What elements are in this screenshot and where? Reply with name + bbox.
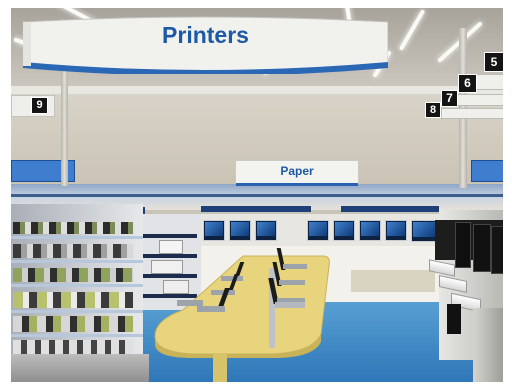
- shelf: [11, 236, 143, 239]
- product-box[interactable]: [159, 240, 183, 254]
- laptop[interactable]: [283, 264, 307, 269]
- marker-9[interactable]: 9: [31, 97, 48, 114]
- shelf: [11, 260, 143, 263]
- hanging-aisle-plate: [441, 108, 503, 119]
- product-row[interactable]: [13, 340, 133, 354]
- shelf: [143, 234, 197, 238]
- printers-sign-label-wrap: Printers: [23, 14, 388, 54]
- product-row[interactable]: [13, 268, 133, 282]
- tower-printer[interactable]: [473, 224, 491, 272]
- tower-printer[interactable]: [491, 226, 503, 274]
- product-row[interactable]: [13, 222, 133, 234]
- product-row[interactable]: [13, 292, 133, 308]
- right-unit-base: [473, 308, 503, 382]
- monitor[interactable]: [359, 220, 381, 241]
- paper-sign-text: Paper: [280, 164, 314, 178]
- marker-6[interactable]: 6: [458, 74, 477, 93]
- hanging-aisle-plate: [473, 74, 503, 90]
- counter-cabinet: [351, 270, 435, 292]
- ceiling-beam: [11, 86, 503, 94]
- paper-sign: Paper: [235, 160, 359, 186]
- laptop-table: [154, 255, 330, 358]
- pillar: [61, 68, 68, 186]
- left-unit-base: [11, 354, 149, 382]
- store-3d-scene: Printers 5 6 7 8 9 Paper: [11, 8, 503, 382]
- monitor[interactable]: [333, 220, 355, 241]
- product-row[interactable]: [13, 244, 133, 258]
- paper-sign-stripe: [236, 183, 358, 186]
- monitor[interactable]: [411, 220, 437, 242]
- product-row[interactable]: [13, 316, 133, 332]
- marker-7[interactable]: 7: [441, 90, 458, 107]
- screenshot-frame: Printers 5 6 7 8 9 Paper: [0, 0, 512, 389]
- tower-printer[interactable]: [455, 222, 471, 268]
- printers-sign-text: Printers: [162, 22, 249, 48]
- blue-endcap-sign: [471, 160, 503, 182]
- back-wall-stripe: [11, 194, 503, 197]
- printer-stand: [447, 304, 461, 334]
- marker-8[interactable]: 8: [425, 102, 441, 118]
- laptop[interactable]: [275, 302, 305, 308]
- shelf: [11, 310, 143, 313]
- table-leg: [213, 354, 227, 382]
- section-sign: [341, 206, 439, 212]
- section-sign: [201, 206, 311, 212]
- monitor[interactable]: [307, 220, 329, 241]
- laptop[interactable]: [279, 280, 305, 285]
- laptop[interactable]: [177, 300, 203, 306]
- monitor[interactable]: [229, 220, 251, 241]
- monitor[interactable]: [255, 220, 277, 241]
- marker-5[interactable]: 5: [484, 52, 503, 72]
- shelf: [11, 284, 143, 287]
- laptop[interactable]: [197, 306, 225, 312]
- monitor[interactable]: [203, 220, 225, 241]
- shelf: [11, 334, 143, 337]
- monitor[interactable]: [385, 220, 407, 241]
